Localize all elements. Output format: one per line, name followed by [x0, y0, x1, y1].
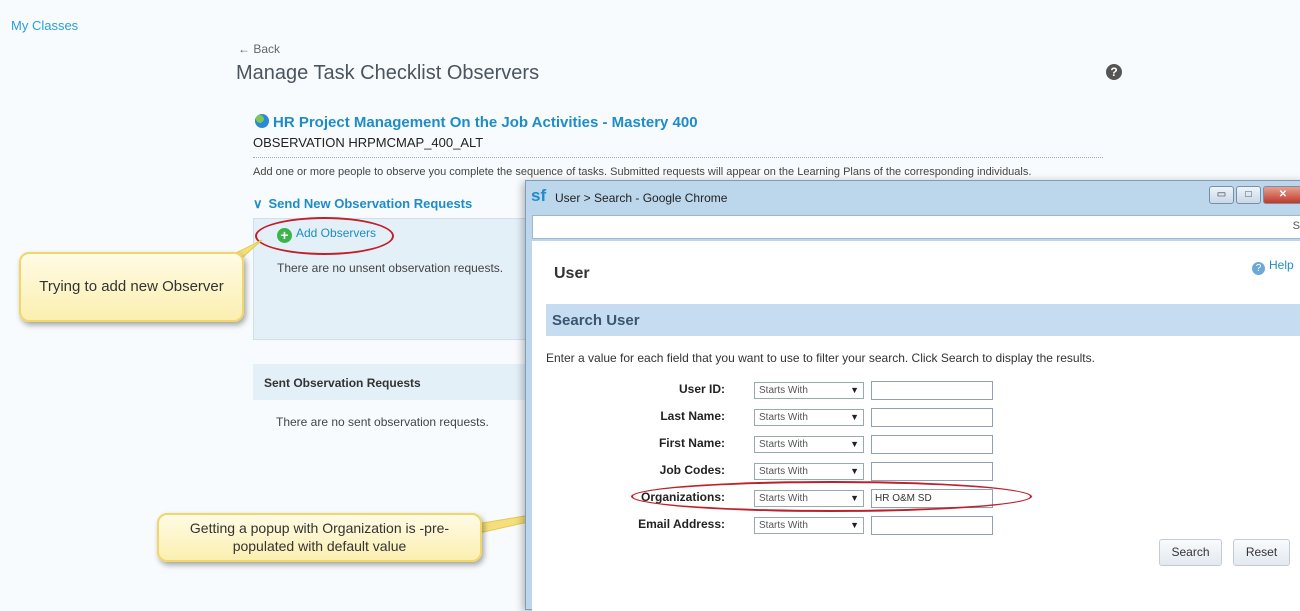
dropdown-arrow-icon: ▼ [850, 439, 859, 449]
operator-value: Starts With [759, 385, 808, 396]
operator-select-user-id[interactable]: Starts With ▼ [754, 382, 864, 399]
window-title: User > Search - Google Chrome [555, 191, 728, 205]
field-label-first-name: First Name: [658, 436, 725, 450]
last-name-input[interactable] [871, 408, 993, 427]
user-search-popup-window: sf User > Search - Google Chrome ▭ □ ✕ S… [525, 180, 1300, 611]
reset-button[interactable]: Reset [1233, 539, 1290, 566]
first-name-input[interactable] [871, 435, 993, 454]
help-link[interactable]: ? Help [1252, 258, 1294, 275]
dropdown-arrow-icon: ▼ [850, 466, 859, 476]
email-address-input[interactable] [871, 516, 993, 535]
address-tail: S [1292, 220, 1300, 232]
operator-value: Starts With [759, 520, 808, 531]
address-bar[interactable]: S [532, 215, 1300, 239]
observer-callout: Trying to add new Observer [19, 252, 244, 322]
operator-value: Starts With [759, 439, 808, 450]
operator-value: Starts With [759, 466, 808, 477]
job-codes-input[interactable] [871, 462, 993, 481]
field-label-email-address: Email Address: [638, 517, 725, 531]
search-instructions: Enter a value for each field that you wa… [546, 351, 1095, 365]
help-icon: ? [1252, 262, 1265, 275]
minimize-icon[interactable]: ▭ [1209, 186, 1234, 204]
popup-callout: Getting a popup with Organization is -pr… [157, 513, 482, 562]
operator-value: Starts With [759, 412, 808, 423]
organizations-highlight-oval [631, 481, 1032, 512]
dropdown-arrow-icon: ▼ [850, 520, 859, 530]
operator-select-job-codes[interactable]: Starts With ▼ [754, 463, 864, 480]
popup-content: User ? Help Search User Enter a value for… [532, 241, 1300, 611]
search-button[interactable]: Search [1159, 539, 1222, 566]
field-label-job-codes: Job Codes: [659, 463, 725, 477]
dropdown-arrow-icon: ▼ [850, 412, 859, 422]
field-label-user-id: User ID: [678, 382, 725, 396]
dropdown-arrow-icon: ▼ [850, 385, 859, 395]
sf-logo: sf [531, 186, 547, 205]
search-user-band: Search User [546, 304, 1300, 336]
field-label-last-name: Last Name: [660, 409, 725, 423]
close-icon[interactable]: ✕ [1263, 186, 1300, 204]
operator-select-email-address[interactable]: Starts With ▼ [754, 517, 864, 534]
maximize-icon[interactable]: □ [1236, 186, 1261, 204]
user-heading: User [554, 265, 590, 282]
operator-select-first-name[interactable]: Starts With ▼ [754, 436, 864, 453]
user-id-input[interactable] [871, 381, 993, 400]
help-link-label: Help [1269, 258, 1294, 272]
operator-select-last-name[interactable]: Starts With ▼ [754, 409, 864, 426]
